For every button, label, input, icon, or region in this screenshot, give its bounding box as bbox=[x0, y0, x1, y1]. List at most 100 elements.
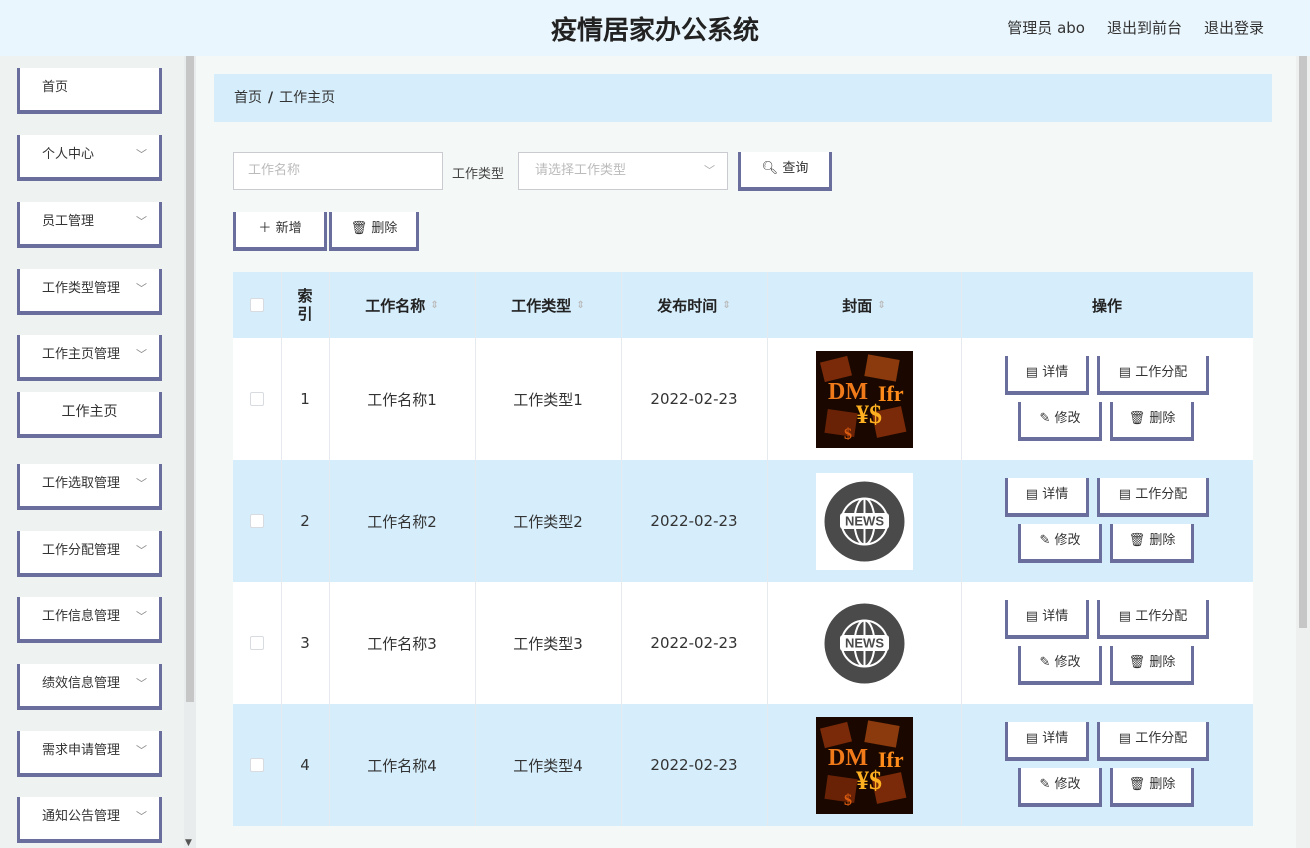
row-select-cell bbox=[233, 704, 281, 826]
cover-image[interactable]: NEWS bbox=[815, 594, 913, 692]
row-work-name-text: 工作名称3 bbox=[367, 634, 437, 653]
edit-button-label: 修改 bbox=[1054, 655, 1081, 670]
row-index: 3 bbox=[281, 582, 329, 704]
sidebar-scrollbar[interactable]: ▼ bbox=[184, 56, 196, 848]
cover-image[interactable]: DM ¥$ Ifr $ bbox=[815, 350, 913, 448]
work-name-search-input[interactable]: 工作名称 bbox=[233, 152, 443, 190]
assign-work-button[interactable]: ▤ 工作分配 bbox=[1097, 722, 1209, 761]
sort-icon[interactable]: ⇕ bbox=[430, 300, 438, 311]
sidebar-item-work-home[interactable]: 工作主页 bbox=[17, 392, 162, 438]
edit-button[interactable]: ✎ 修改 bbox=[1018, 524, 1102, 563]
assign-work-button[interactable]: ▤ 工作分配 bbox=[1097, 600, 1209, 639]
sort-icon[interactable]: ⇕ bbox=[877, 300, 885, 311]
svg-text:NEWS: NEWS bbox=[845, 513, 884, 528]
pencil-icon: ✎ bbox=[1039, 411, 1051, 426]
row-work-name: 工作名称2 bbox=[329, 460, 475, 582]
sidebar-item-work-selection[interactable]: 工作选取管理 ﹀ bbox=[17, 464, 162, 510]
delete-button-label: 删除 bbox=[1149, 411, 1176, 426]
sidebar-item-work-home-mgmt[interactable]: 工作主页管理 ﹀ bbox=[17, 335, 162, 381]
main-scroll-thumb[interactable] bbox=[1299, 56, 1307, 628]
add-button-label: 新增 bbox=[275, 221, 302, 236]
sidebar-item-notices[interactable]: 通知公告管理 ﹀ bbox=[17, 797, 162, 843]
row-publish-date-text: 2022-02-23 bbox=[650, 390, 738, 408]
delete-button[interactable]: 🗑︎ 删除 bbox=[1110, 646, 1194, 685]
row-publish-date: 2022-02-23 bbox=[621, 704, 767, 826]
row-checkbox[interactable] bbox=[250, 514, 264, 528]
row-index-text: 3 bbox=[300, 634, 310, 652]
query-button[interactable]: 🔍︎ 查询 bbox=[738, 152, 832, 191]
sidebar-item-home[interactable]: 首页 bbox=[17, 68, 162, 114]
table-row: 2 工作名称2 工作类型2 2022-02-23 NEWS ▤ 详情 ▤ 工作分… bbox=[233, 460, 1253, 582]
edit-button[interactable]: ✎ 修改 bbox=[1018, 768, 1102, 807]
batch-delete-button[interactable]: 🗑︎ 删除 bbox=[329, 212, 419, 251]
work-type-select[interactable]: 请选择工作类型 ﹀ bbox=[518, 152, 728, 190]
chevron-down-icon: ﹀ bbox=[136, 148, 147, 161]
row-select-cell bbox=[233, 338, 281, 460]
row-work-type: 工作类型4 bbox=[475, 704, 621, 826]
detail-button[interactable]: ▤ 详情 bbox=[1005, 722, 1089, 761]
row-actions: ▤ 详情 ▤ 工作分配 ✎ 修改 🗑︎ 删除 bbox=[961, 338, 1253, 460]
money-fire-icon: DM¥$Ifr$ bbox=[815, 350, 913, 448]
column-header-name-label: 工作名称 bbox=[365, 296, 426, 315]
chevron-down-icon: ﹀ bbox=[136, 544, 147, 557]
assign-work-button[interactable]: ▤ 工作分配 bbox=[1097, 478, 1209, 517]
sidebar-item-label: 工作分配管理 bbox=[42, 543, 121, 558]
row-checkbox[interactable] bbox=[250, 758, 264, 772]
svg-text:$: $ bbox=[844, 426, 852, 443]
select-placeholder: 请选择工作类型 bbox=[535, 163, 627, 178]
row-work-type: 工作类型2 bbox=[475, 460, 621, 582]
sidebar-item-label: 个人中心 bbox=[42, 147, 95, 162]
detail-button[interactable]: ▤ 详情 bbox=[1005, 356, 1089, 395]
detail-button[interactable]: ▤ 详情 bbox=[1005, 478, 1089, 517]
sidebar-item-work-info[interactable]: 工作信息管理 ﹀ bbox=[17, 597, 162, 643]
column-header-name[interactable]: 工作名称 ⇕ bbox=[329, 272, 475, 338]
row-checkbox[interactable] bbox=[250, 636, 264, 650]
breadcrumb-home[interactable]: 首页 bbox=[234, 90, 262, 106]
sort-icon[interactable]: ⇕ bbox=[722, 300, 730, 311]
document-icon: ▤ bbox=[1118, 365, 1132, 380]
sidebar-item-work-type[interactable]: 工作类型管理 ﹀ bbox=[17, 269, 162, 315]
sidebar-item-work-assign[interactable]: 工作分配管理 ﹀ bbox=[17, 531, 162, 577]
logout-link[interactable]: 退出登录 bbox=[1204, 17, 1264, 38]
table-row: 1 工作名称1 工作类型1 2022-02-23 DM ¥$ Ifr $ ▤ 详情 ▤… bbox=[233, 338, 1253, 460]
trash-icon: 🗑︎ bbox=[1128, 533, 1146, 548]
delete-button[interactable]: 🗑︎ 删除 bbox=[1110, 768, 1194, 807]
column-header-cover[interactable]: 封面 ⇕ bbox=[767, 272, 961, 338]
row-work-name: 工作名称3 bbox=[329, 582, 475, 704]
row-work-type-text: 工作类型3 bbox=[513, 634, 583, 653]
sidebar-item-label: 员工管理 bbox=[42, 214, 95, 229]
select-all-checkbox[interactable] bbox=[250, 298, 264, 312]
assign-work-button-label: 工作分配 bbox=[1135, 487, 1188, 502]
edit-button[interactable]: ✎ 修改 bbox=[1018, 646, 1102, 685]
main-scrollbar[interactable] bbox=[1296, 56, 1310, 848]
delete-button[interactable]: 🗑︎ 删除 bbox=[1110, 524, 1194, 563]
sidebar-scroll-thumb[interactable] bbox=[186, 56, 194, 702]
detail-button[interactable]: ▤ 详情 bbox=[1005, 600, 1089, 639]
edit-button[interactable]: ✎ 修改 bbox=[1018, 402, 1102, 441]
query-button-label: 查询 bbox=[782, 161, 809, 176]
cover-image[interactable]: DM ¥$ Ifr $ bbox=[815, 716, 913, 814]
exit-to-front-link[interactable]: 退出到前台 bbox=[1107, 17, 1182, 38]
work-type-label: 工作类型 bbox=[452, 167, 505, 182]
sidebar-item-staff[interactable]: 员工管理 ﹀ bbox=[17, 202, 162, 248]
sidebar-item-performance[interactable]: 绩效信息管理 ﹀ bbox=[17, 664, 162, 710]
row-checkbox[interactable] bbox=[250, 392, 264, 406]
detail-button-label: 详情 bbox=[1042, 487, 1069, 502]
sidebar-item-personal-center[interactable]: 个人中心 ﹀ bbox=[17, 135, 162, 181]
breadcrumb: 首页 / 工作主页 bbox=[214, 74, 1272, 122]
column-header-date[interactable]: 发布时间 ⇕ bbox=[621, 272, 767, 338]
row-publish-date: 2022-02-23 bbox=[621, 582, 767, 704]
news-globe-icon: NEWS bbox=[815, 472, 913, 570]
column-header-type[interactable]: 工作类型 ⇕ bbox=[475, 272, 621, 338]
edit-button-label: 修改 bbox=[1054, 777, 1081, 792]
add-button[interactable]: ＋ 新增 bbox=[233, 212, 327, 251]
scroll-down-arrow-icon[interactable]: ▼ bbox=[185, 838, 192, 848]
delete-button[interactable]: 🗑︎ 删除 bbox=[1110, 402, 1194, 441]
sort-icon[interactable]: ⇕ bbox=[576, 300, 584, 311]
cover-image[interactable]: NEWS bbox=[815, 472, 913, 570]
sidebar-item-requests[interactable]: 需求申请管理 ﹀ bbox=[17, 731, 162, 777]
header-actions: 管理员 abo 退出到前台 退出登录 bbox=[1007, 17, 1264, 38]
svg-text:$: $ bbox=[844, 792, 852, 809]
assign-work-button[interactable]: ▤ 工作分配 bbox=[1097, 356, 1209, 395]
current-user: 管理员 abo bbox=[1007, 19, 1085, 37]
